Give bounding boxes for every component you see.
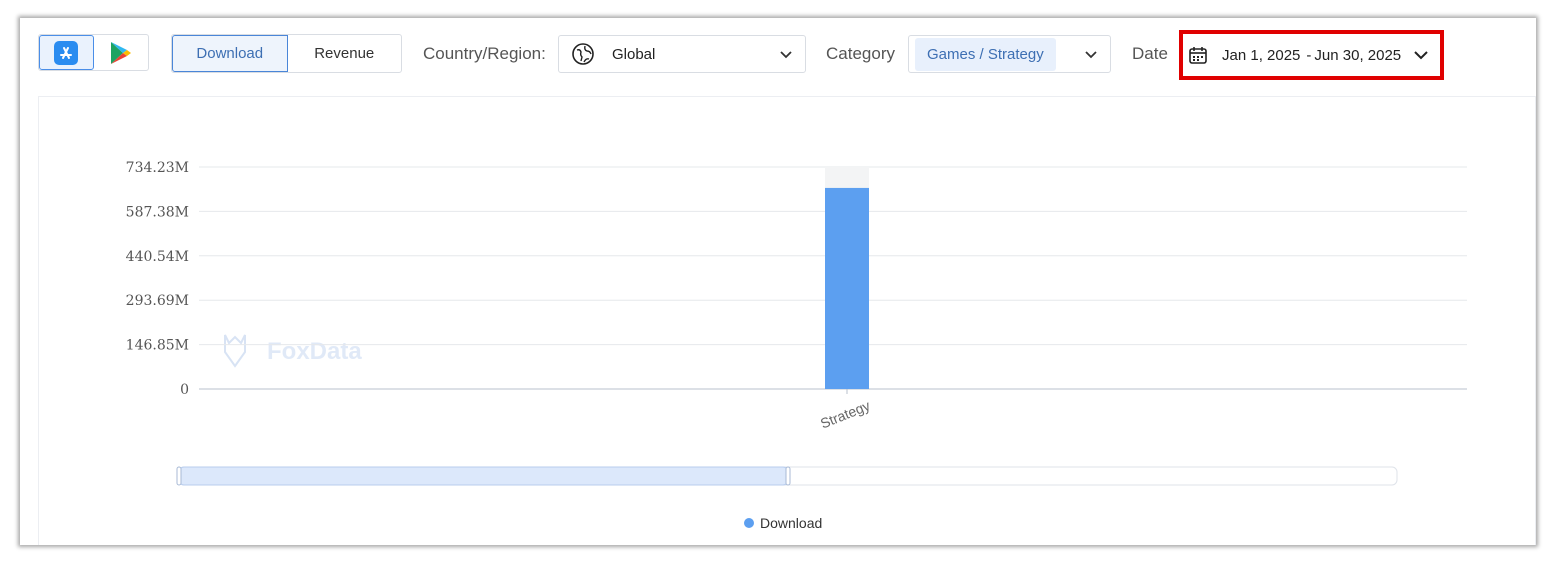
- chart-panel: FoxData 0 146.85M 293.69M 440.54M 587.38M 734…: [38, 96, 1536, 545]
- google-play-button[interactable]: [94, 35, 148, 70]
- main-frame: Download Revenue Country/Region: Global …: [20, 18, 1536, 545]
- calendar-icon: [1189, 47, 1207, 64]
- date-end: Jun 30, 2025: [1314, 46, 1402, 64]
- country-select[interactable]: Global: [558, 35, 806, 73]
- filter-toolbar: Download Revenue Country/Region: Global …: [20, 18, 1536, 94]
- date-label: Date: [1132, 44, 1168, 63]
- legend[interactable]: Download: [744, 515, 822, 531]
- zoom-handle-left[interactable]: [176, 466, 182, 486]
- date-start: Jan 1, 2025: [1222, 46, 1301, 64]
- watermark-text: FoxData: [267, 338, 362, 365]
- category-label: Category: [826, 44, 895, 63]
- zoom-handle-right[interactable]: [785, 466, 791, 486]
- zoom-slider[interactable]: [176, 466, 1398, 486]
- chevron-down-icon: [1085, 51, 1097, 59]
- metric-tabs: Download Revenue: [171, 34, 402, 73]
- globe-icon: [572, 43, 594, 65]
- y-tick-label: 146.85M: [126, 338, 189, 354]
- country-label: Country/Region:: [423, 44, 546, 63]
- tab-revenue[interactable]: Revenue: [288, 35, 402, 72]
- date-separator: -: [1306, 46, 1312, 64]
- app-store-button[interactable]: [39, 35, 94, 70]
- category-select[interactable]: Games / Strategy: [908, 35, 1111, 73]
- legend-marker: [744, 518, 754, 528]
- country-value: Global: [612, 45, 656, 63]
- x-tick-label: Strategy: [818, 397, 872, 431]
- zoom-selection[interactable]: [178, 466, 789, 486]
- bar-strategy[interactable]: [825, 187, 869, 389]
- chevron-down-icon: [780, 51, 792, 59]
- watermark: FoxData: [224, 334, 362, 368]
- app-store-icon: [54, 40, 79, 65]
- y-tick-label: 734.23M: [126, 160, 189, 176]
- google-play-icon: [110, 41, 131, 64]
- bar-chart: FoxData 0 146.85M 293.69M 440.54M 587.38M 734…: [126, 160, 1467, 531]
- store-switch: [38, 34, 149, 71]
- category-chip: Games / Strategy: [915, 37, 1056, 71]
- y-tick-label: 293.69M: [126, 293, 189, 309]
- y-tick-label: 440.54M: [126, 249, 189, 265]
- tab-download[interactable]: Download: [172, 35, 288, 72]
- date-range-picker[interactable]: Jan 1, 2025 - Jun 30, 2025: [1188, 38, 1435, 72]
- y-tick-label: 587.38M: [126, 204, 189, 220]
- chevron-down-icon: [1414, 51, 1428, 60]
- date-highlight-box: Jan 1, 2025 - Jun 30, 2025: [1179, 30, 1444, 80]
- legend-label: Download: [760, 515, 822, 531]
- y-tick-label: 0: [180, 382, 189, 398]
